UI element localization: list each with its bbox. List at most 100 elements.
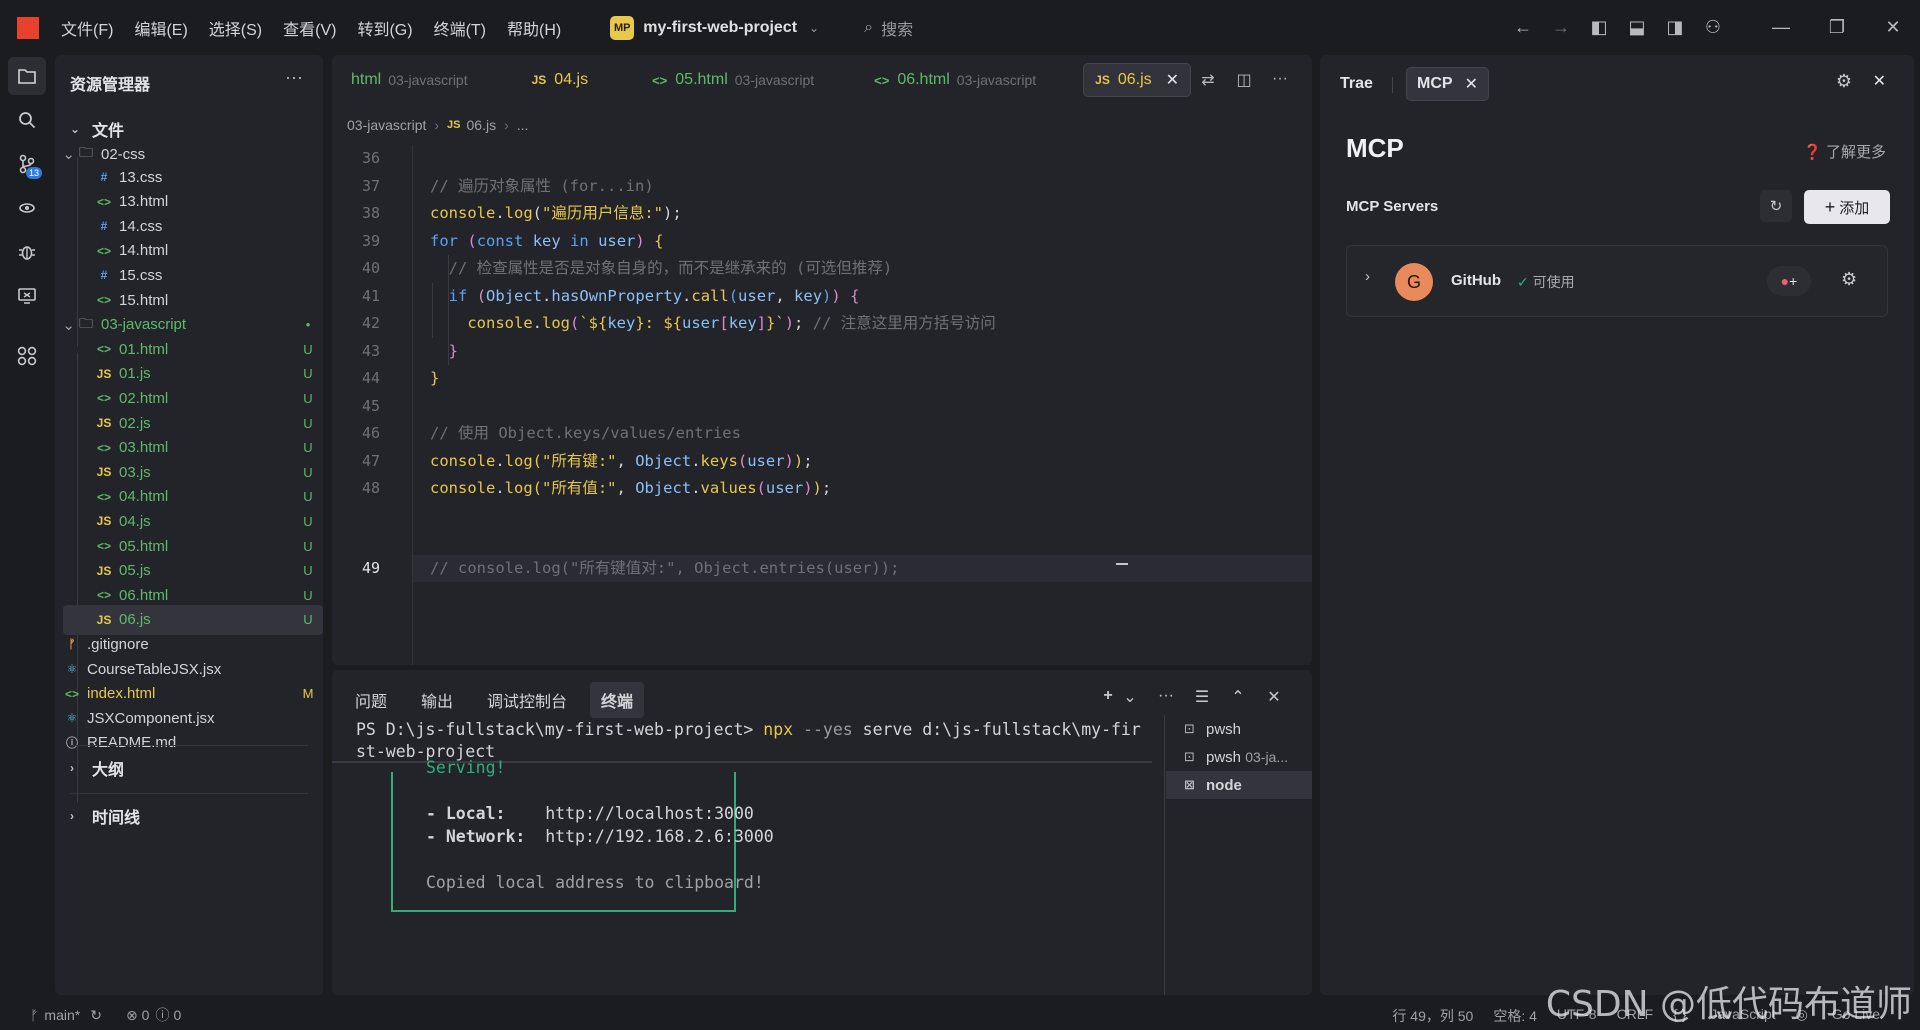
close-tab-icon[interactable]: ✕	[1465, 74, 1478, 94]
git-status: U	[303, 341, 313, 357]
tab-mcp[interactable]: MCP ✕	[1406, 67, 1489, 101]
breadcrumb-folder[interactable]: 03-javascript	[347, 117, 426, 133]
branch-icon: ᚠ	[30, 1007, 39, 1023]
terminal-session-pwsh[interactable]: ⊡ pwsh	[1166, 715, 1312, 743]
branch-name[interactable]: main*	[44, 1007, 80, 1023]
html-file-icon: <>	[96, 489, 111, 504]
sync-icon[interactable]: ↻	[90, 1007, 102, 1024]
breadcrumb-symbol[interactable]: ...	[517, 117, 529, 133]
maximize-panel-icon[interactable]: ⌃	[1220, 687, 1256, 707]
close-panel-icon[interactable]: ✕	[1256, 687, 1292, 707]
restore-icon[interactable]: ❐	[1818, 17, 1856, 38]
network-line: - Network: http://192.168.2.6:3000	[426, 827, 774, 846]
item-label: CourseTableJSX.jsx	[87, 660, 222, 678]
tab-html[interactable]: html 03-javascript	[340, 63, 479, 97]
tab-terminal[interactable]: 终端	[590, 682, 645, 718]
gear-icon[interactable]: ⚙	[1841, 269, 1857, 290]
close-panel-icon[interactable]: ✕	[1873, 71, 1886, 91]
item-label: JSXComponent.jsx	[87, 709, 215, 727]
more-actions-icon[interactable]: ···	[285, 67, 303, 88]
more-actions-icon[interactable]: ···	[1262, 70, 1298, 90]
tab-trae[interactable]: Trae	[1340, 67, 1373, 101]
remote-window-icon[interactable]	[8, 277, 46, 315]
toggle-sidebar-icon[interactable]: ◧	[1580, 17, 1618, 38]
indentation[interactable]: 空格: 4	[1493, 1006, 1537, 1026]
source-control-icon[interactable]: 13	[8, 145, 46, 183]
html-file-icon: <>	[96, 243, 111, 258]
code-editor[interactable]: 36 37 38 39 40 41 42 43 44 45 46 47 48 49 // 遍历对象属性 (…	[332, 145, 1312, 665]
project-badge: MP	[610, 15, 635, 40]
html-file-icon: <>	[96, 440, 111, 455]
add-server-button[interactable]: + 添加	[1804, 190, 1890, 224]
line-number: 42	[361, 314, 380, 332]
serving-text: Serving!	[426, 758, 506, 777]
line-number: 39	[361, 231, 380, 250]
back-arrow-icon[interactable]: ←	[1504, 17, 1542, 38]
code-line: // 使用 Object.keys/values/entries	[430, 424, 741, 442]
chevron-right-icon[interactable]: ›	[1365, 268, 1370, 285]
editor-tabs: html 03-javascript JS 04.js <> 05.html 0…	[332, 55, 1312, 105]
chevron-down-icon[interactable]: ⌄	[1112, 687, 1148, 707]
git-status: U	[303, 538, 313, 554]
more-actions-icon[interactable]: ···	[1148, 687, 1184, 707]
command-search[interactable]: ⌕ 搜索	[864, 16, 913, 40]
terminal-settings-icon[interactable]: ☰	[1184, 687, 1220, 707]
menu-selection[interactable]: 选择(S)	[209, 16, 262, 40]
scm-count-badge: 13	[25, 167, 42, 179]
js-file-icon: JS	[96, 465, 112, 480]
warning-count[interactable]: 0	[173, 1007, 181, 1023]
item-label: 01.html	[119, 340, 169, 358]
timeline-section-header[interactable]: › 时间线	[70, 793, 308, 828]
git-status: U	[303, 390, 313, 406]
learn-more-link[interactable]: ❓ 了解更多	[1803, 141, 1886, 162]
remote-explorer-icon[interactable]	[8, 189, 46, 227]
chevron-down-icon: ⌄	[809, 20, 820, 35]
code-line-current: // console.log("所有键值对:", Object.entries(…	[430, 559, 900, 577]
minimize-icon[interactable]: —	[1762, 17, 1800, 38]
menu-view[interactable]: 查看(V)	[283, 16, 336, 40]
toggle-secondary-sidebar-icon[interactable]: ◨	[1656, 17, 1694, 38]
error-count[interactable]: 0	[142, 1007, 150, 1023]
item-label: 13.css	[119, 168, 163, 186]
search-icon[interactable]	[8, 101, 46, 139]
tab-debug-console[interactable]: 调试控制台	[476, 682, 578, 718]
project-switcher[interactable]: MP my-first-web-project ⌄	[610, 15, 820, 40]
tab-04-js[interactable]: JS 04.js	[521, 63, 599, 97]
tab-output[interactable]: 输出	[410, 682, 464, 718]
cursor-position[interactable]: 行 49，列 50	[1392, 1006, 1473, 1026]
toggle-panel-icon[interactable]: ⬓	[1618, 17, 1656, 38]
gear-icon[interactable]: ⚙	[1836, 71, 1852, 92]
breadcrumb-file[interactable]: 06.js	[467, 117, 497, 133]
split-editor-icon[interactable]: ◫	[1226, 70, 1262, 90]
item-label: 15.html	[119, 291, 169, 309]
tab-05-html[interactable]: <> 05.html 03-javascript	[641, 63, 825, 97]
close-tab-icon[interactable]: ✕	[1166, 70, 1179, 90]
debug-icon[interactable]	[8, 233, 46, 271]
server-card-github[interactable]: › G GitHub ✓ 可使用 ● + ⚙	[1346, 245, 1888, 317]
js-file-icon: JS	[96, 612, 112, 627]
compare-changes-icon[interactable]: ⇄	[1190, 70, 1226, 90]
line-number: 46	[361, 424, 380, 442]
tab-06-js[interactable]: JS 06.js ✕	[1083, 63, 1192, 97]
explorer-icon[interactable]	[8, 57, 46, 95]
account-icon[interactable]: ⚇	[1694, 17, 1732, 38]
close-window-icon[interactable]: ✕	[1874, 17, 1912, 38]
menu-help[interactable]: 帮助(H)	[507, 16, 561, 40]
tab-problems[interactable]: 问题	[344, 682, 398, 718]
line-number: 41	[361, 286, 380, 305]
item-label: index.html	[87, 685, 156, 703]
menu-edit[interactable]: 编辑(E)	[134, 16, 187, 40]
terminal-session-pwsh-2[interactable]: ⊡ pwsh 03-ja...	[1166, 743, 1312, 771]
title-bar: 文件(F) 编辑(E) 选择(S) 查看(V) 转到(G) 终端(T) 帮助(H…	[0, 0, 1920, 55]
menu-file[interactable]: 文件(F)	[61, 16, 113, 40]
forward-arrow-icon[interactable]: →	[1542, 17, 1580, 38]
menu-go[interactable]: 转到(G)	[357, 16, 412, 40]
terminal-session-node[interactable]: ⊠ node	[1166, 771, 1312, 799]
tab-06-html[interactable]: <> 06.html 03-javascript	[863, 63, 1047, 97]
add-to-agent-button[interactable]: ● +	[1767, 266, 1811, 296]
refresh-button[interactable]: ↻	[1760, 190, 1792, 222]
menu-terminal[interactable]: 终端(T)	[434, 16, 486, 40]
extensions-icon[interactable]	[8, 337, 46, 375]
files-section-header[interactable]: ⌄ 文件	[70, 117, 124, 141]
outline-section-header[interactable]: › 大纲	[70, 745, 308, 780]
